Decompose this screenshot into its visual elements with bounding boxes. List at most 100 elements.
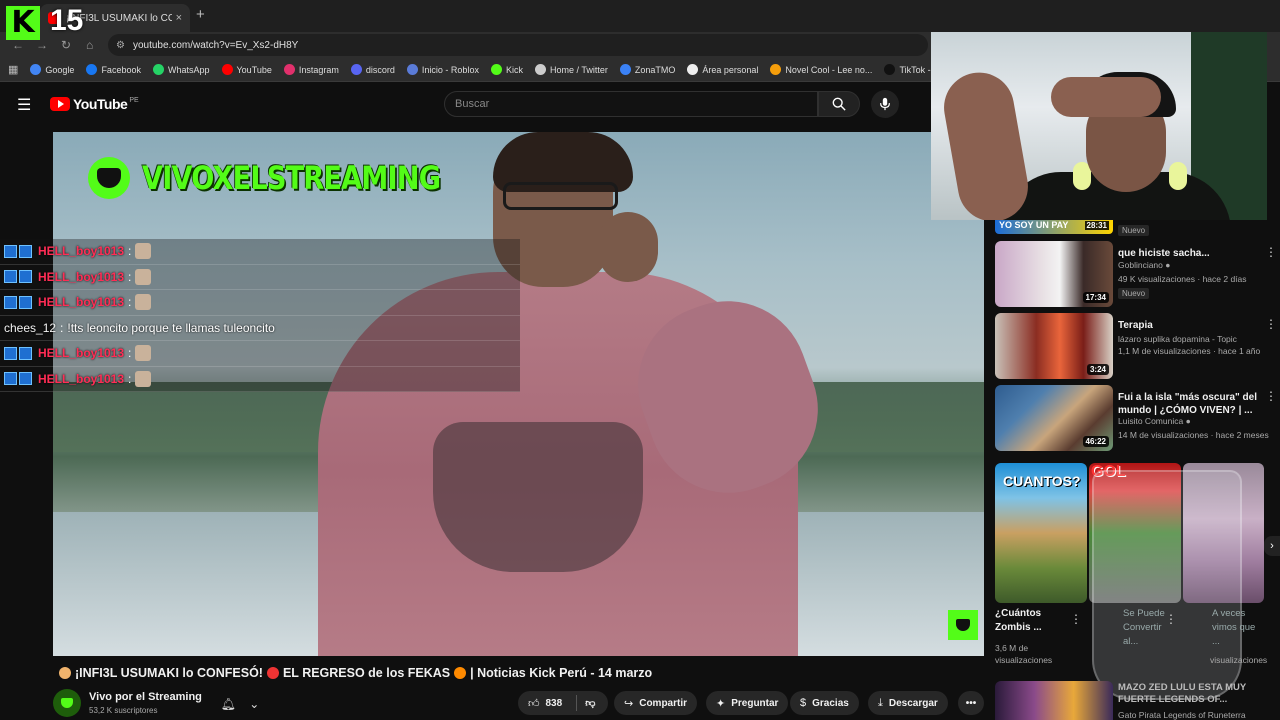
sparkle-icon: ✦ (716, 697, 726, 710)
chat-separator: : (128, 244, 132, 259)
browser-tab-bar (0, 0, 1280, 32)
chat-username[interactable]: HELL_boy1013 (38, 244, 124, 258)
webcam-person-hand (1051, 77, 1161, 117)
search-input[interactable] (444, 91, 818, 117)
rec-title[interactable]: MAZO ZED LULU ESTA MUY FUERTE LEGENDS OF… (1118, 682, 1258, 706)
bookmark-item[interactable]: Área personal (687, 64, 758, 75)
bookmark-item[interactable]: Kick (490, 64, 523, 75)
rec-more-icon[interactable]: ⋮ (1265, 317, 1277, 331)
bookmark-item[interactable]: Instagram (283, 64, 339, 75)
rec-more-icon[interactable]: ⋮ (1265, 245, 1277, 259)
rec-channel[interactable]: Goblinciano ● (1118, 260, 1170, 270)
short-more-icon[interactable]: ⋮ (1165, 612, 1177, 626)
bookmark-favicon-icon (687, 64, 699, 75)
rec-meta: 1,1 M de visualizaciones · hace 1 año (1118, 346, 1261, 356)
search-button[interactable] (818, 91, 860, 117)
bookmark-item[interactable]: ZonaTMO (619, 64, 675, 75)
new-tab-button[interactable]: + (196, 6, 205, 23)
back-icon[interactable]: ← (12, 38, 24, 52)
reload-icon[interactable]: ↻ (61, 38, 71, 52)
rec-top-partial-thumb[interactable]: YO SOY UN PAY 28:31 (995, 220, 1113, 234)
rec-item[interactable]: 3:24 Terapia lázaro suplika dopamina - T… (995, 313, 1280, 381)
forward-icon[interactable]: → (36, 38, 48, 52)
video-player[interactable]: VIVOXELSTREAMING (53, 132, 984, 656)
site-info-icon[interactable]: ⚙ (116, 40, 125, 51)
short-title[interactable]: A veces vimos que ... (1212, 607, 1262, 649)
short-meta: visualizaciones (995, 655, 1053, 665)
short-meta: visualizaciones (1210, 655, 1268, 665)
rec-item[interactable]: 46:22 Fui a la isla "más oscura" del mun… (995, 385, 1280, 453)
chat-username[interactable]: HELL_boy1013 (38, 270, 124, 284)
rec-channel[interactable]: Gato Pirata Legends of Runeterra (1118, 710, 1246, 720)
video-person-hand (598, 212, 658, 282)
rec-thumbnail[interactable]: 3:24 (995, 313, 1113, 379)
subscription-bell-button[interactable]: 🔔︎ ⌄ (214, 692, 266, 716)
bookmark-favicon-icon (152, 64, 164, 75)
short-more-icon[interactable]: ⋮ (1070, 612, 1082, 626)
chat-username[interactable]: HELL_boy1013 (38, 372, 124, 386)
rec-duration: 17:34 (1082, 292, 1109, 303)
chevron-right-icon[interactable]: › (1264, 536, 1280, 556)
rec-thumbnail[interactable]: 46:22 (995, 385, 1113, 451)
rec-title[interactable]: que hiciste sacha... (1118, 247, 1258, 260)
short-title[interactable]: ¿Cuántos Zombis ... (995, 607, 1065, 635)
chat-badge-icon (4, 372, 34, 386)
rec-duration: 46:22 (1082, 436, 1109, 447)
bookmark-item[interactable]: Novel Cool - Lee no... (770, 64, 872, 75)
chat-separator: : (128, 346, 132, 361)
bookmark-label: Home / Twitter (549, 64, 608, 75)
bookmark-item[interactable]: Google (30, 64, 74, 75)
bookmark-item[interactable]: Home / Twitter (534, 64, 608, 75)
rec-title[interactable]: Fui a la isla "más oscura" del mundo | ¿… (1118, 391, 1258, 417)
dislike-icon[interactable]: 👎︎ (576, 695, 595, 711)
url-field[interactable]: ⚙ youtube.com/watch?v=Ev_Xs2-dH8Y (108, 34, 928, 56)
chat-username[interactable]: chees_12 (4, 321, 56, 335)
chat-overlay: HELL_boy1013: HELL_boy1013: HELL_boy1013: c… (0, 239, 520, 392)
rec-title[interactable]: Terapia (1118, 319, 1258, 332)
tab-close-icon[interactable]: × (176, 12, 182, 24)
short-thumbnail[interactable]: CUANTOS? (995, 463, 1087, 603)
video-title: ¡INFI3L USUMAKI lo CONFESÓ! EL REGRESO de… (55, 666, 652, 680)
bookmark-item[interactable]: YouTube (221, 64, 272, 75)
rec-thumbnail[interactable]: 17:34 (995, 241, 1113, 307)
bookmark-item[interactable]: WhatsApp (152, 64, 210, 75)
apps-grid-icon[interactable]: ▦ (8, 63, 18, 76)
rec-more-icon[interactable]: ⋮ (1265, 389, 1277, 403)
chat-username[interactable]: HELL_boy1013 (38, 346, 124, 360)
chat-separator: : (128, 371, 132, 386)
share-button[interactable]: ↪ Compartir (614, 691, 698, 715)
youtube-logo[interactable]: YouTube PE (50, 96, 139, 112)
verified-icon: ● (1165, 260, 1171, 270)
chat-username[interactable]: HELL_boy1013 (38, 295, 124, 309)
channel-avatar[interactable] (53, 689, 81, 717)
bell-icon: 🔔︎ (220, 697, 236, 711)
rec-thumbnail[interactable] (995, 681, 1113, 720)
rec-top-partial-duration: 28:31 (1084, 221, 1109, 230)
channel-name[interactable]: Vivo por el Streaming (89, 691, 202, 703)
ask-button[interactable]: ✦ Preguntar (706, 691, 789, 715)
angry-emoji-icon (266, 667, 279, 679)
rec-duration: 3:24 (1086, 364, 1109, 375)
bookmark-item[interactable]: discord (350, 64, 395, 75)
short-meta: 3,6 M de (995, 643, 1029, 653)
more-actions-button[interactable]: ••• (958, 691, 984, 715)
bookmark-label: WhatsApp (167, 64, 210, 75)
like-button[interactable]: 👍︎ 838 👎︎ (518, 691, 608, 715)
rec-item[interactable]: 17:34 que hiciste sacha... Goblinciano ●… (995, 241, 1280, 309)
bookmark-label: Kick (505, 64, 523, 75)
bookmark-favicon-icon (30, 64, 42, 75)
rec-channel[interactable]: Luisito Comunica ● (1118, 416, 1191, 426)
bookmark-item[interactable]: Inicio - Roblox (406, 64, 479, 75)
bookmark-label: Facebook (101, 64, 141, 75)
rec-channel[interactable]: lázaro suplika dopamina - Topic (1118, 334, 1237, 344)
subscriber-count: 53,2 K suscriptores (89, 706, 158, 715)
thanks-button[interactable]: $ Gracias (790, 691, 859, 715)
download-button[interactable]: ⤓ Descargar (868, 691, 948, 715)
youtube-wordmark: YouTube (73, 96, 128, 112)
webcam-person-arm (938, 67, 1034, 220)
bookmark-item[interactable]: Facebook (86, 64, 141, 75)
menu-icon[interactable]: ☰ (17, 95, 31, 115)
rec-meta: 49 K visualizaciones · hace 2 días (1118, 274, 1247, 284)
voice-search-button[interactable] (871, 90, 899, 118)
home-icon[interactable]: ⌂ (86, 38, 93, 52)
